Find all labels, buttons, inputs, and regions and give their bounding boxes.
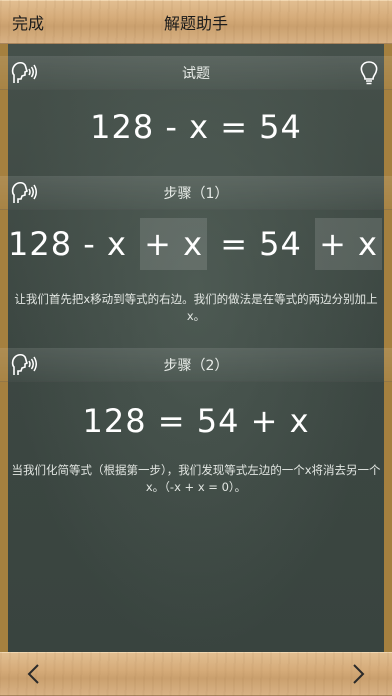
top-bar: 完成 解题助手 — [0, 0, 392, 44]
step-1-header: 步骤（1） — [0, 176, 392, 210]
step-1-equation: 128 - x + x = 54 + x — [0, 218, 392, 270]
eq-operator: = — [220, 225, 248, 263]
problem-heading: 试题 — [182, 66, 210, 82]
eq-term: 128 — [82, 402, 147, 440]
lightbulb-icon[interactable] — [358, 59, 380, 87]
eq-term: 54 — [196, 402, 240, 440]
eq-term: 54 — [259, 225, 302, 263]
eq-operator: - — [83, 225, 96, 263]
eq-term: 128 — [90, 108, 155, 146]
bottom-bar — [0, 652, 392, 696]
step-1-explanation: 让我们首先把x移动到等式的右边。我们的做法是在等式的两边分别加上x。 — [14, 292, 378, 323]
eq-term: x — [106, 225, 127, 263]
step-1-heading: 步骤（1） — [163, 186, 229, 202]
problem-equation: 128 - x = 54 — [0, 108, 392, 146]
eq-term: 54 — [259, 108, 302, 146]
added-term-highlight: + x — [315, 218, 382, 270]
eq-term: x — [183, 225, 204, 263]
step-2-header: 步骤（2） — [0, 348, 392, 382]
eq-operator: = — [157, 402, 186, 440]
eq-operator: + — [319, 225, 347, 263]
eq-term: x — [289, 402, 310, 440]
problem-header: 试题 — [0, 56, 392, 90]
eq-term: x — [358, 225, 378, 263]
added-term-highlight: + x — [140, 218, 208, 270]
step-2-heading: 步骤（2） — [163, 358, 229, 374]
eq-operator: + — [250, 402, 279, 440]
eq-operator: = — [220, 108, 248, 146]
eq-term: x — [189, 108, 210, 146]
eq-operator: - — [165, 108, 178, 146]
page-title: 解题助手 — [163, 14, 228, 33]
chevron-left-icon[interactable] — [20, 660, 48, 688]
step-2-equation: 128 = 54 + x — [0, 402, 392, 440]
step-2-explanation: 当我们化简等式（根据第一步），我们发现等式左边的一个x将消去另一个x。（-x +… — [11, 463, 381, 494]
chevron-right-icon[interactable] — [344, 660, 372, 688]
eq-term: 128 — [8, 225, 73, 263]
eq-operator: + — [144, 225, 172, 263]
